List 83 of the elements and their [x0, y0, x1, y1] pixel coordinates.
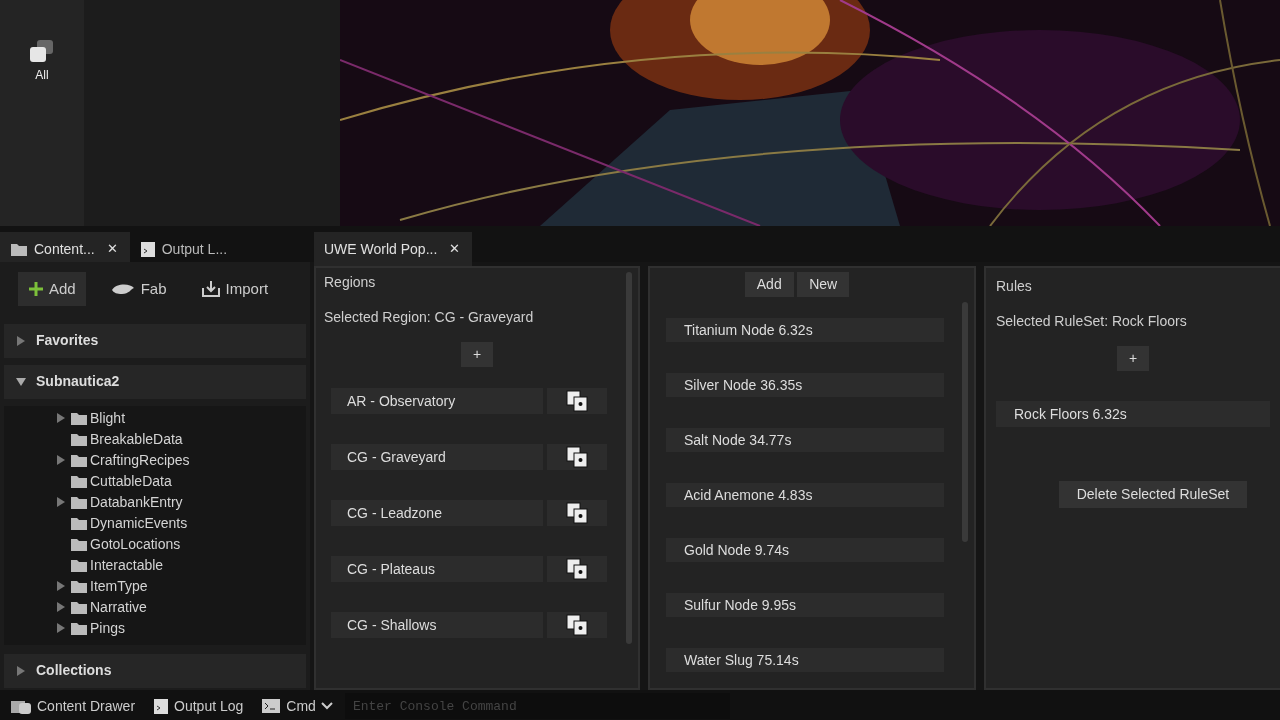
folder-item[interactable]: Blight	[90, 407, 126, 429]
folder-item[interactable]: CraftingRecipes	[90, 449, 190, 471]
spawn-item[interactable]: Salt Node 34.77s	[666, 428, 944, 452]
spawn-item[interactable]: Water Slug 75.14s	[666, 648, 944, 672]
mode-button[interactable]: All	[21, 36, 63, 86]
duplicate-button[interactable]	[547, 444, 607, 470]
collapsed-arrow-icon	[57, 581, 65, 591]
copy-icon	[565, 445, 589, 469]
toolbar-button[interactable]: Add	[744, 272, 794, 297]
selected-region-text: Selected Region: CG - Graveyard	[324, 308, 535, 327]
duplicate-button[interactable]	[547, 612, 607, 638]
region-button[interactable]: CG - Graveyard	[331, 444, 543, 470]
folder-icon	[70, 620, 88, 636]
plus-icon	[28, 280, 44, 297]
folder-item[interactable]: ItemType	[90, 575, 148, 597]
folder-icon	[70, 557, 88, 573]
folder-item[interactable]: GotoLocations	[90, 533, 181, 555]
log-icon	[139, 240, 156, 258]
delete-ruleset-button[interactable]: Delete Selected RuleSet	[1058, 481, 1248, 508]
caret-icon	[320, 702, 333, 710]
copy-icon	[565, 501, 589, 525]
collapsed-arrow-icon	[16, 665, 26, 676]
region-button[interactable]: CG - Shallows	[331, 612, 543, 638]
close-button[interactable]: ✕	[447, 232, 473, 266]
toolbar-button[interactable]: Import	[190, 271, 279, 306]
tab[interactable]: UWE World Pop...	[314, 232, 448, 266]
toolbar-button[interactable]: New	[797, 272, 850, 297]
selected-ruleset-text: Selected RuleSet: Rock Floors	[996, 312, 1188, 331]
folder-icon	[70, 494, 88, 510]
folder-item[interactable]: Pings	[90, 617, 126, 639]
folder-icon	[70, 578, 88, 594]
import-icon	[200, 279, 221, 298]
toolbar-button[interactable]: Add	[18, 271, 86, 306]
section-header[interactable]: Favorites	[4, 323, 306, 358]
folder-item[interactable]: BreakableData	[90, 428, 183, 450]
content-drawer-button[interactable]: Content Drawer	[4, 693, 142, 719]
spawn-item[interactable]: Sulfur Node 9.95s	[666, 593, 944, 617]
spawn-item[interactable]: Gold Node 9.74s	[666, 538, 944, 562]
folder-icon	[70, 473, 88, 489]
collapsed-arrow-icon	[57, 623, 65, 633]
folder-item[interactable]: CuttableData	[90, 470, 172, 492]
collapsed-arrow-icon	[57, 455, 65, 465]
log-icon	[153, 697, 170, 715]
region-button[interactable]: AR - Observatory	[331, 388, 543, 414]
folder-icon	[10, 241, 28, 257]
folder-icon	[70, 515, 88, 531]
panel-title: Rules	[996, 277, 1033, 296]
spawn-item[interactable]: Acid Anemone 4.83s	[666, 483, 944, 507]
copy-icon	[565, 557, 589, 581]
folder-icon	[70, 599, 88, 615]
cmd-dropdown[interactable]: Cmd	[255, 693, 339, 719]
output-log-button[interactable]: Output Log	[147, 693, 250, 719]
folder-item[interactable]: Interactable	[90, 554, 164, 576]
tab[interactable]: Output L...	[129, 232, 238, 266]
add-rule-button[interactable]: +	[1116, 346, 1150, 371]
collapsed-arrow-icon	[57, 602, 65, 612]
folder-item[interactable]: DynamicEvents	[90, 512, 188, 534]
folder-icon	[70, 536, 88, 552]
region-button[interactable]: CG - Leadzone	[331, 500, 543, 526]
collapsed-arrow-icon	[57, 497, 65, 507]
section-header[interactable]: Collections	[4, 653, 306, 688]
section-header[interactable]: Subnautica2	[4, 364, 306, 399]
collapsed-arrow-icon	[57, 413, 65, 423]
copy-icon	[565, 389, 589, 413]
folder-icon	[70, 410, 88, 426]
spawn-item[interactable]: Silver Node 36.35s	[666, 373, 944, 397]
folder-icon	[70, 452, 88, 468]
add-region-button[interactable]: +	[460, 342, 494, 367]
duplicate-button[interactable]	[547, 556, 607, 582]
duplicate-button[interactable]	[547, 500, 607, 526]
toolbar-button[interactable]: Fab	[99, 271, 177, 306]
expanded-arrow-icon	[16, 376, 26, 387]
panel-title: Regions	[324, 273, 377, 292]
console-icon	[261, 698, 282, 714]
folder-item[interactable]: DatabankEntry	[90, 491, 183, 513]
collapsed-arrow-icon	[16, 335, 26, 346]
duplicate-button[interactable]	[547, 388, 607, 414]
region-button[interactable]: CG - Plateaus	[331, 556, 543, 582]
folder-icon	[70, 431, 88, 447]
ruleset-item[interactable]: Rock Floors 6.32s	[996, 401, 1270, 427]
copy-icon	[565, 613, 589, 637]
spawn-item[interactable]: Titanium Node 6.32s	[666, 318, 944, 342]
folder-item[interactable]: Narrative	[90, 596, 147, 618]
